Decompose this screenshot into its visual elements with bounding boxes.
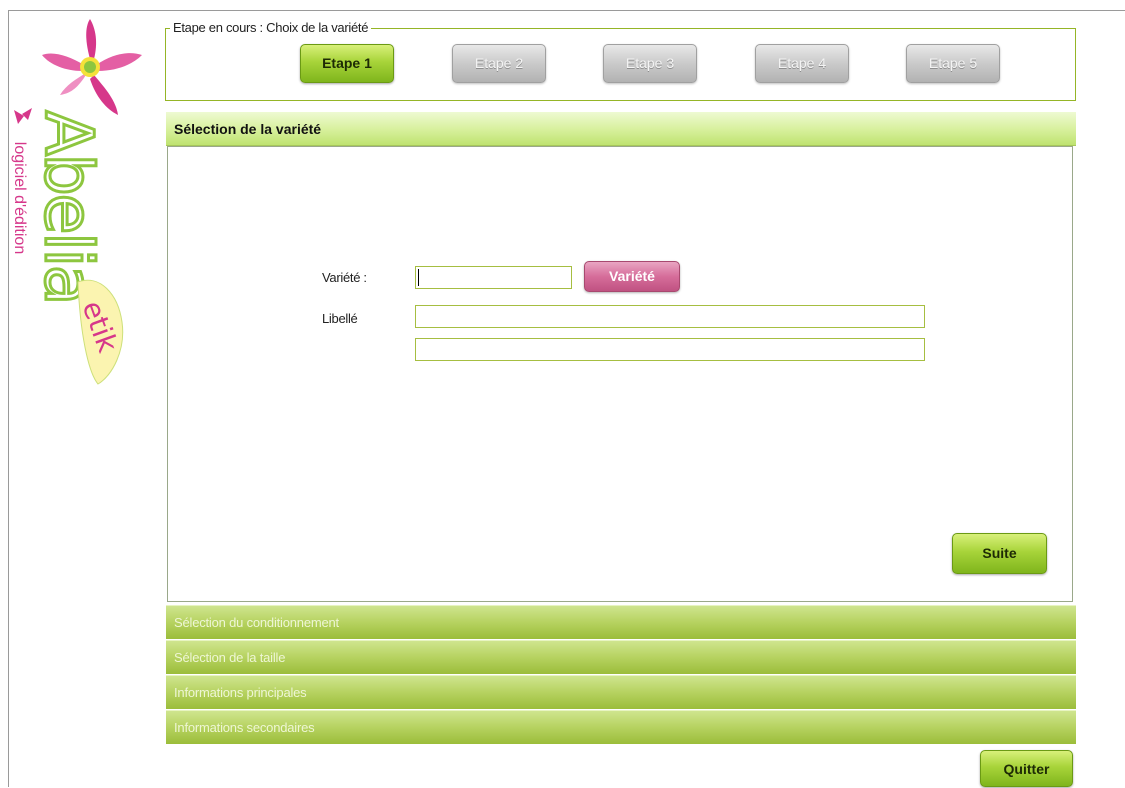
abelia-logo: Abelia logiciel d'édition etik <box>8 12 158 392</box>
next-button[interactable]: Suite <box>952 533 1047 574</box>
libelle-input-line-2[interactable] <box>415 338 925 361</box>
variety-input[interactable] <box>415 266 572 289</box>
section-header-packaging[interactable]: Sélection du conditionnement <box>166 605 1076 639</box>
libelle-input-line-1[interactable] <box>415 305 925 328</box>
step-5-button[interactable]: Etape 5 <box>906 44 1000 83</box>
section-header-main-info[interactable]: Informations principales <box>166 675 1076 709</box>
variety-selection-panel <box>167 146 1073 602</box>
variety-label: Variété : <box>322 270 367 285</box>
step-3-button[interactable]: Etape 3 <box>603 44 697 83</box>
step-4-button[interactable]: Etape 4 <box>755 44 849 83</box>
quit-button[interactable]: Quitter <box>980 750 1073 787</box>
section-header-size[interactable]: Sélection de la taille <box>166 640 1076 674</box>
variety-lookup-button[interactable]: Variété <box>584 261 680 292</box>
etik-tag-icon <box>77 279 124 385</box>
current-step-legend: Etape en cours : Choix de la variété <box>170 20 372 35</box>
window-top-border <box>8 10 1125 11</box>
step-2-button[interactable]: Etape 2 <box>452 44 546 83</box>
text-caret <box>418 269 419 286</box>
section-header-secondary-info[interactable]: Informations secondaires <box>166 710 1076 744</box>
section-header-variety[interactable]: Sélection de la variété <box>166 112 1076 146</box>
libelle-label: Libellé <box>322 311 358 326</box>
step-1-button[interactable]: Etape 1 <box>300 44 394 83</box>
